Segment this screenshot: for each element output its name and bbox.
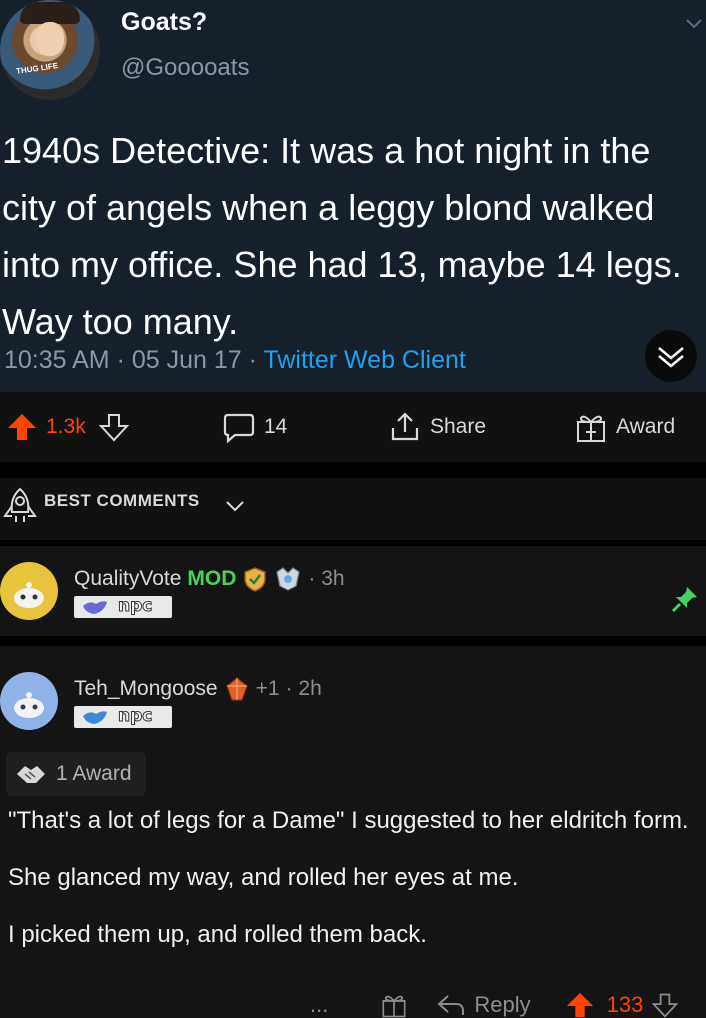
collapse-button[interactable]: [645, 330, 697, 382]
tweet-date: 05 Jun 17: [131, 346, 242, 374]
avatar-hat: [20, 2, 80, 24]
tweet-text: 1940s Detective: It was a hot night in t…: [2, 130, 682, 342]
tweet-display-name[interactable]: Goats?: [121, 8, 207, 37]
divider: [0, 636, 706, 646]
arrow-down-icon[interactable]: [651, 991, 679, 1018]
bird-icon: [83, 601, 107, 614]
comment-paragraph: She glanced my way, and rolled her eyes …: [8, 864, 519, 891]
comment-sort-bar[interactable]: BEST COMMENTS: [0, 478, 706, 540]
comment-age: · 3h: [308, 567, 345, 590]
handshake-award-icon: [17, 766, 45, 783]
comment-username[interactable]: QualityVote: [74, 567, 181, 591]
chevron-down-icon[interactable]: [684, 14, 704, 34]
user-flair: npc: [74, 596, 172, 618]
award-count: 1 Award: [56, 762, 132, 785]
meta-separator: ·: [109, 346, 132, 374]
rocket-icon: [3, 487, 37, 522]
post-action-bar: 1.3k 14 Share Award: [0, 392, 706, 462]
comment-score: 133: [606, 992, 644, 1017]
tweet-avatar[interactable]: THUG LIFE: [0, 0, 100, 100]
comment-paragraph: "That's a lot of legs for a Dame" I sugg…: [8, 807, 689, 834]
award-label: Award: [616, 415, 676, 438]
comment-age: · 2h: [285, 677, 322, 700]
snoo-icon: [14, 692, 44, 718]
chevron-down-icon: [226, 501, 244, 512]
avatar[interactable]: [0, 672, 58, 730]
comment-qualityvote: QualityVote MOD · 3h npc: [0, 546, 706, 636]
snoo-icon: [14, 582, 44, 608]
tweet-client[interactable]: Twitter Web Client: [263, 346, 465, 374]
double-chevron-down-icon: [658, 347, 684, 368]
arrow-down-icon[interactable]: [98, 411, 130, 443]
gift-icon[interactable]: [380, 991, 408, 1018]
comment-header: QualityVote MOD · 3h: [74, 566, 345, 592]
share-icon: [391, 412, 419, 441]
comment-teh-mongoose: Teh_Mongoose +1 · 2h npc 1 Award "That's…: [0, 646, 706, 1018]
bird-icon: [83, 711, 107, 724]
mod-badge: MOD: [187, 567, 237, 590]
arrow-up-icon[interactable]: [565, 990, 595, 1018]
speech-bubble-icon: [223, 413, 255, 443]
karma-badge: +1: [255, 677, 280, 700]
comment-header: Teh_Mongoose +1 · 2h: [74, 676, 322, 702]
flair-text: npc: [117, 596, 153, 617]
award-button[interactable]: Award: [574, 392, 675, 462]
gem-award-icon: [225, 677, 248, 701]
avatar-face: [36, 22, 64, 56]
comment-body: "That's a lot of legs for a Dame" I sugg…: [8, 804, 698, 975]
comments-button[interactable]: 14: [222, 392, 287, 462]
tweet-meta: 10:35 AM · 05 Jun 17 · Twitter Web Clien…: [4, 346, 466, 375]
meta-separator: ·: [241, 346, 264, 374]
user-flair: npc: [74, 706, 172, 728]
share-label: Share: [430, 415, 487, 438]
divider: [0, 462, 706, 478]
avatar-caption: THUG LIFE: [15, 61, 59, 76]
comment-paragraph: I picked them up, and rolled them back.: [8, 921, 427, 948]
reply-button[interactable]: Reply: [474, 992, 530, 1018]
shield-icon: [244, 567, 267, 592]
tweet-time: 10:35 AM: [4, 346, 110, 374]
flair-text: npc: [117, 706, 153, 727]
embedded-tweet: THUG LIFE Goats? @Gooooats 1940s Detecti…: [0, 0, 706, 392]
award-badge-icon: [276, 567, 301, 591]
comments-count: 14: [264, 415, 288, 438]
post-vote-group: 1.3k: [6, 392, 130, 462]
comment-username[interactable]: Teh_Mongoose: [74, 677, 218, 701]
sort-label: BEST COMMENTS: [44, 491, 200, 510]
pin-icon: [671, 587, 697, 613]
share-button[interactable]: Share: [388, 392, 486, 462]
comment-action-bar: ... Reply 133: [310, 990, 679, 1018]
more-options-button[interactable]: ...: [310, 992, 328, 1018]
tweet-handle[interactable]: @Gooooats: [121, 54, 249, 82]
gift-icon: [577, 415, 605, 442]
reply-icon[interactable]: [436, 992, 466, 1018]
arrow-up-icon[interactable]: [6, 411, 38, 443]
avatar[interactable]: [0, 562, 58, 620]
awards-chip[interactable]: 1 Award: [6, 752, 146, 796]
post-score: 1.3k: [46, 415, 86, 438]
